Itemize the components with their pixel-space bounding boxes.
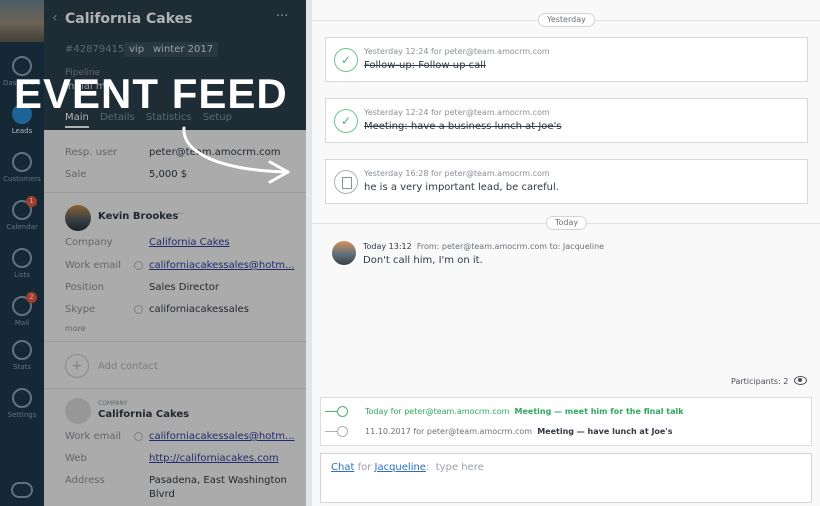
note-meta: Yesterday 16:28 for peter@team.amocrm.co… xyxy=(364,169,550,178)
date-pill-today: Today xyxy=(546,216,588,230)
task-line xyxy=(325,411,337,412)
composer-input[interactable]: type here xyxy=(436,462,484,473)
composer-line: Chat for Jacqueline: type here xyxy=(331,462,484,473)
composer-recipient[interactable]: Jacqueline xyxy=(375,462,426,473)
note-text: Follow-up: Follow up call xyxy=(364,60,486,71)
task-list: Today for peter@team.amocrm.com Meeting … xyxy=(320,397,812,446)
task-line xyxy=(325,431,337,432)
event-feed: Yesterday ✓ Yesterday 12:24 for peter@te… xyxy=(312,0,820,506)
document-icon xyxy=(334,170,358,194)
check-icon: ✓ xyxy=(334,48,358,72)
feed-note-task[interactable]: ✓ Yesterday 12:24 for peter@team.amocrm.… xyxy=(325,98,808,143)
note-meta: Yesterday 12:24 for peter@team.amocrm.co… xyxy=(364,47,550,56)
date-pill-yesterday: Yesterday xyxy=(538,13,595,27)
event-feed-banner: EVENT FEED xyxy=(14,70,288,117)
participants-count: Participants: 2 xyxy=(731,377,789,386)
feed-note-comment[interactable]: Yesterday 16:28 for peter@team.amocrm.co… xyxy=(325,159,808,204)
feed-note-task[interactable]: ✓ Yesterday 12:24 for peter@team.amocrm.… xyxy=(325,37,808,82)
annotation-arrow-icon xyxy=(182,126,290,184)
clock-icon xyxy=(337,406,348,417)
note-text: he is a very important lead, be careful. xyxy=(364,182,559,193)
message-text: Don't call him, I'm on it. xyxy=(363,255,483,266)
task-item-later[interactable]: 11.10.2017 for peter@team.amocrm.com Mee… xyxy=(365,427,673,436)
task-item-today[interactable]: Today for peter@team.amocrm.com Meeting … xyxy=(365,407,684,416)
message-meta: Today 13:12 From: peter@team.amocrm.com … xyxy=(363,242,605,251)
sender-avatar xyxy=(332,241,356,265)
eye-icon[interactable] xyxy=(794,376,807,385)
clock-icon xyxy=(337,426,348,437)
composer-mode[interactable]: Chat xyxy=(331,462,354,473)
message-composer[interactable]: Chat for Jacqueline: type here xyxy=(320,453,812,503)
check-icon: ✓ xyxy=(334,109,358,133)
note-meta: Yesterday 12:24 for peter@team.amocrm.co… xyxy=(364,108,550,117)
note-text: Meeting: have a business lunch at Joe's xyxy=(364,121,562,132)
